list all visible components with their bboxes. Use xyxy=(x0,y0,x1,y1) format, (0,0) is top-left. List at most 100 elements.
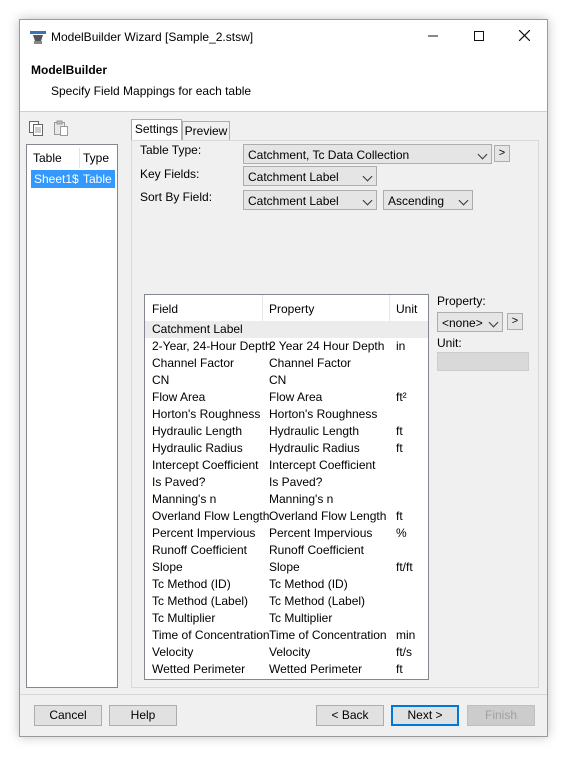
property-cell: Velocity xyxy=(269,645,311,659)
field-cell: Catchment Label xyxy=(152,322,243,336)
sort-order-value: Ascending xyxy=(388,194,445,208)
property-dropdown[interactable]: <none> xyxy=(437,312,503,332)
table-row[interactable]: Intercept Coefficient Intercept Coefficie… xyxy=(145,457,428,474)
next-button[interactable]: Next > xyxy=(391,705,459,726)
column-divider[interactable] xyxy=(262,295,263,321)
unit-cell: ft² xyxy=(396,390,407,404)
property-cell: Flow Area xyxy=(269,390,323,404)
table-row[interactable]: Is Paved? Is Paved? xyxy=(145,474,428,491)
chevron-down-icon xyxy=(458,195,469,206)
table-row[interactable]: Percent Impervious Percent Impervious% xyxy=(145,525,428,542)
property-cell: Channel Factor xyxy=(269,356,352,370)
field-cell: CN xyxy=(152,373,170,387)
window-title: ModelBuilder Wizard [Sample_2.stsw] xyxy=(51,30,254,44)
chevron-down-icon xyxy=(477,149,488,160)
field-cell: Tc Multiplier xyxy=(152,611,216,625)
field-cell: Percent Impervious xyxy=(152,526,256,540)
table-row[interactable]: Tc Method (ID) Tc Method (ID) xyxy=(145,576,428,593)
table-row[interactable]: Tc Multiplier Tc Multiplier xyxy=(145,610,428,627)
copy-icon[interactable] xyxy=(28,120,44,136)
field-cell: Time of Concentration xyxy=(152,628,270,642)
chevron-down-icon xyxy=(488,317,499,328)
key-fields-value: Catchment Label xyxy=(248,170,339,184)
table-row[interactable]: Manning's n Manning's n xyxy=(145,491,428,508)
table-row[interactable]: Velocity Velocity ft/s xyxy=(145,644,428,661)
help-button[interactable]: Help xyxy=(109,705,177,726)
page-subtitle: Specify Field Mappings for each table xyxy=(51,84,252,98)
chevron-down-icon xyxy=(362,195,373,206)
table-row[interactable]: Hydraulic Radius Hydraulic Radius ft xyxy=(145,440,428,457)
field-cell: Hydraulic Radius xyxy=(152,441,243,455)
sort-by-value: Catchment Label xyxy=(248,194,339,208)
field-cell: Hydraulic Length xyxy=(152,424,243,438)
table-row[interactable]: Slope Slope ft/ft xyxy=(145,559,428,576)
table-row[interactable]: Flow Area Flow Area ft² xyxy=(145,389,428,406)
unit-field xyxy=(437,352,529,371)
unit-cell: min xyxy=(396,628,416,642)
table-row[interactable]: Tc Method (Label) Tc Method (Label) xyxy=(145,593,428,610)
property-cell: Intercept Coefficient xyxy=(269,458,376,472)
property-cell: Hydraulic Radius xyxy=(269,441,360,455)
key-fields-dropdown[interactable]: Catchment Label xyxy=(243,166,377,186)
wizard-window: ModelBuilder Wizard [Sample_2.stsw] Mode… xyxy=(19,19,548,737)
table-type-cell: Table xyxy=(83,172,112,186)
field-cell: Tc Method (Label) xyxy=(152,594,249,608)
property-value: <none> xyxy=(442,316,483,330)
tab-preview[interactable]: Preview xyxy=(182,121,230,141)
field-mapping-grid: Field Property Unit Catchment Label 2-Yea… xyxy=(144,294,429,680)
type-column-header[interactable]: Type xyxy=(83,151,109,165)
unit-cell: ft xyxy=(396,509,403,523)
unit-cell: ft xyxy=(396,662,403,676)
property-column-header[interactable]: Property xyxy=(269,302,314,316)
table-row[interactable]: Wetted Perimeter Wetted Perimeter ft xyxy=(145,661,428,678)
tab-settings[interactable]: Settings xyxy=(131,119,182,140)
table-row[interactable]: Horton's Roughness Horton's Roughness xyxy=(145,406,428,423)
close-button[interactable] xyxy=(502,20,547,54)
paste-icon[interactable] xyxy=(53,120,69,136)
table-column-header[interactable]: Table xyxy=(33,151,62,165)
property-cell: Slope xyxy=(269,560,300,574)
finish-button[interactable]: Finish xyxy=(467,705,535,726)
field-cell: Tc Method (ID) xyxy=(152,577,231,591)
property-more-button[interactable]: > xyxy=(507,313,523,330)
table-row[interactable]: Channel Factor Channel Factor xyxy=(145,355,428,372)
sort-order-dropdown[interactable]: Ascending xyxy=(383,190,473,210)
unit-column-header[interactable]: Unit xyxy=(396,302,417,316)
table-row[interactable]: 2-Year, 24-Hour Depth 2 Year 24 Hour Dept… xyxy=(145,338,428,355)
property-cell: Tc Method (ID) xyxy=(269,577,348,591)
property-cell: Time of Concentration xyxy=(269,628,387,642)
chevron-down-icon xyxy=(362,171,373,182)
cancel-button[interactable]: Cancel xyxy=(34,705,102,726)
column-divider[interactable] xyxy=(389,295,390,321)
table-row[interactable]: Catchment Label xyxy=(145,321,428,338)
back-button[interactable]: < Back xyxy=(316,705,384,726)
minimize-button[interactable] xyxy=(410,20,455,54)
column-divider[interactable] xyxy=(79,148,80,168)
table-type-dropdown[interactable]: Catchment, Tc Data Collection xyxy=(243,144,492,164)
title-bar: ModelBuilder Wizard [Sample_2.stsw] xyxy=(20,20,547,54)
table-name-cell: Sheet1$ xyxy=(34,172,79,186)
table-row[interactable]: Hydraulic Length Hydraulic Length ft xyxy=(145,423,428,440)
property-cell: Is Paved? xyxy=(269,475,323,489)
field-column-header[interactable]: Field xyxy=(152,302,178,316)
field-cell: Velocity xyxy=(152,645,194,659)
property-cell: Percent Impervious xyxy=(269,526,373,540)
table-type-more-button[interactable]: > xyxy=(494,145,510,162)
table-row-selected[interactable]: Sheet1$ Table xyxy=(31,170,115,188)
table-type-label: Table Type: xyxy=(140,143,202,157)
table-row[interactable]: Runoff Coefficient Runoff Coefficient xyxy=(145,542,428,559)
sort-by-dropdown[interactable]: Catchment Label xyxy=(243,190,377,210)
property-cell: Wetted Perimeter xyxy=(269,662,363,676)
unit-cell: ft/s xyxy=(396,645,413,659)
field-cell: Channel Factor xyxy=(152,356,235,370)
property-cell: Hydraulic Length xyxy=(269,424,360,438)
property-label: Property: xyxy=(437,294,486,308)
table-row[interactable]: Time of Concentration Time of Concentrati… xyxy=(145,627,428,644)
table-row[interactable]: Overland Flow Length Overland Flow Length… xyxy=(145,508,428,525)
property-cell: Tc Multiplier xyxy=(269,611,333,625)
maximize-button[interactable] xyxy=(456,20,501,54)
property-cell: CN xyxy=(269,373,287,387)
sort-by-label: Sort By Field: xyxy=(140,190,213,204)
field-cell: Intercept Coefficient xyxy=(152,458,259,472)
table-row[interactable]: CN CN xyxy=(145,372,428,389)
